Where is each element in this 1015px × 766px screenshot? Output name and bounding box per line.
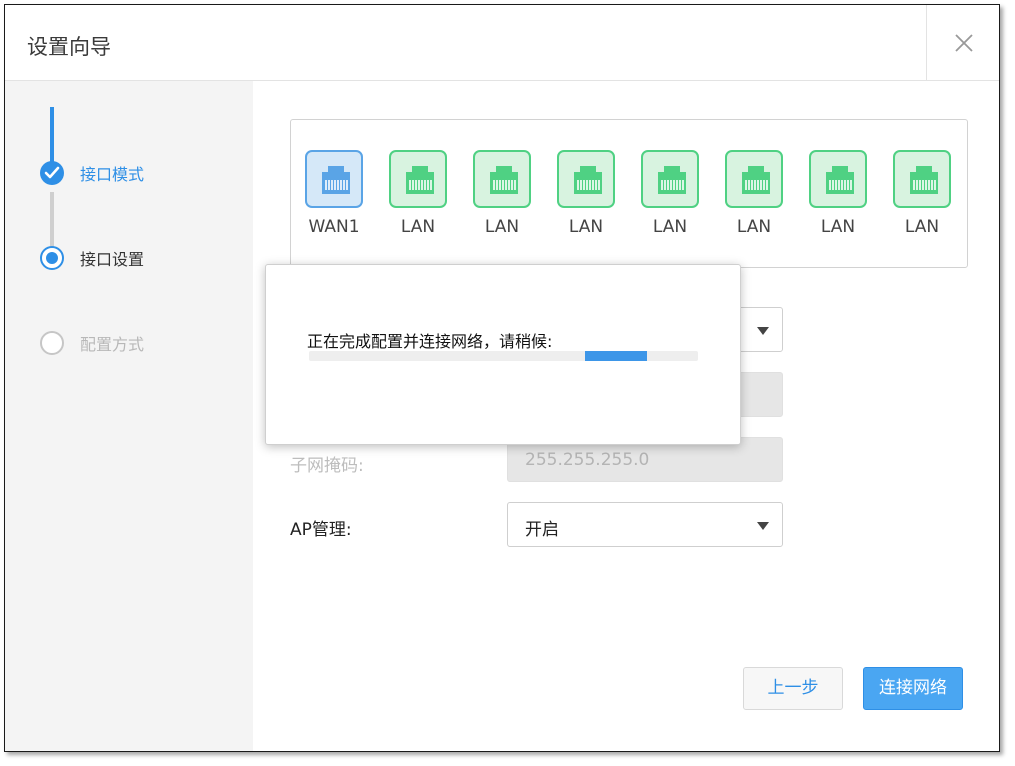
step-2-current-icon: [40, 246, 64, 270]
ap-management-value: 开启: [525, 515, 559, 540]
ethernet-port-icon: [557, 150, 615, 208]
ap-management-select[interactable]: 开启: [507, 502, 783, 547]
connect-network-button[interactable]: 连接网络: [863, 667, 963, 710]
dialog-header: 设置向导: [5, 5, 999, 81]
port-label: LAN: [639, 217, 701, 237]
step-3-pending-icon: [40, 331, 64, 355]
port-lan[interactable]: LAN: [639, 150, 701, 237]
port-lan[interactable]: LAN: [387, 150, 449, 237]
caret-down-icon: [757, 327, 769, 335]
subnet-mask-label: 子网掩码:: [290, 451, 364, 476]
progress-modal: 正在完成配置并连接网络，请稍候:: [265, 264, 741, 445]
progress-message: 正在完成配置并连接网络，请稍候:: [307, 328, 552, 352]
progress-bar: [309, 351, 698, 361]
port-label: LAN: [891, 217, 953, 237]
previous-step-button[interactable]: 上一步: [743, 667, 843, 710]
ethernet-port-icon: [809, 150, 867, 208]
close-button[interactable]: [926, 5, 999, 80]
ethernet-port-icon: [893, 150, 951, 208]
step-1-check-icon: [40, 161, 64, 185]
progress-bar-fill: [585, 351, 647, 361]
port-lan[interactable]: LAN: [555, 150, 617, 237]
port-lan[interactable]: LAN: [471, 150, 533, 237]
port-label: LAN: [387, 217, 449, 237]
close-icon: [954, 33, 974, 53]
port-label: LAN: [471, 217, 533, 237]
ethernet-port-icon: [473, 150, 531, 208]
subnet-mask-value: 255.255.255.0: [525, 450, 649, 470]
port-lan[interactable]: LAN: [807, 150, 869, 237]
setup-wizard-dialog: 设置向导 接口模式 接口设置 配置方式 WAN1 LAN: [4, 4, 1000, 752]
caret-down-icon: [757, 522, 769, 530]
port-label: WAN1: [303, 217, 365, 237]
port-wan1[interactable]: WAN1: [303, 150, 365, 237]
port-label: LAN: [723, 217, 785, 237]
step-3-label: 配置方式: [80, 331, 144, 355]
port-lan[interactable]: LAN: [891, 150, 953, 237]
ap-management-label: AP管理:: [290, 515, 352, 540]
step-1-label: 接口模式: [80, 161, 144, 185]
dialog-title: 设置向导: [27, 31, 111, 61]
ethernet-port-icon: [725, 150, 783, 208]
port-lan[interactable]: LAN: [723, 150, 785, 237]
ethernet-port-icon: [641, 150, 699, 208]
ethernet-port-icon: [305, 150, 363, 208]
port-label: LAN: [807, 217, 869, 237]
port-label: LAN: [555, 217, 617, 237]
ethernet-port-icon: [389, 150, 447, 208]
wizard-steps-sidebar: 接口模式 接口设置 配置方式: [5, 81, 253, 751]
step-2-label: 接口设置: [80, 246, 144, 270]
port-panel: WAN1 LAN LAN LAN LAN: [290, 119, 968, 268]
